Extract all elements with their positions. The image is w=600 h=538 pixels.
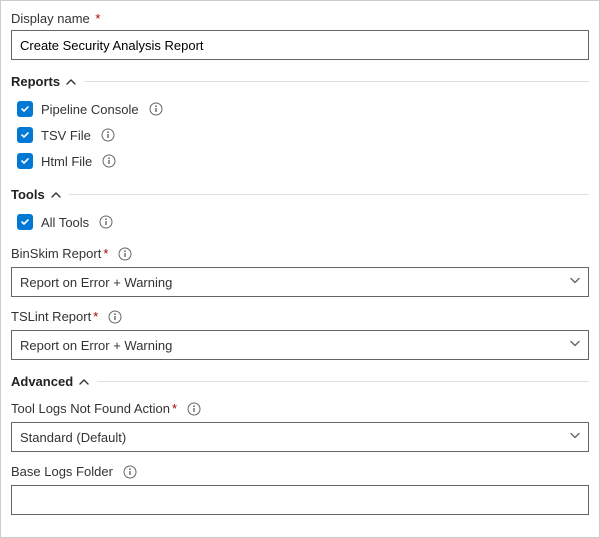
advanced-section: Advanced Tool Logs Not Found Action * St… (11, 374, 589, 515)
advanced-title: Advanced (11, 374, 73, 389)
chevron-up-icon (51, 190, 61, 200)
tools-section-header[interactable]: Tools (11, 187, 589, 202)
logs-not-found-select-value: Standard (Default) (20, 430, 126, 445)
tslint-select-wrap: Report on Error + Warning (11, 330, 589, 360)
required-asterisk: * (93, 309, 98, 324)
info-icon[interactable] (149, 102, 163, 116)
required-asterisk: * (103, 246, 108, 261)
all-tools-row: All Tools (17, 210, 589, 234)
pipeline-console-label: Pipeline Console (41, 102, 139, 117)
required-asterisk: * (95, 11, 100, 26)
logs-not-found-label-row: Tool Logs Not Found Action * (11, 401, 589, 416)
section-rule (69, 194, 589, 195)
task-config-panel: Display name * Reports Pipeline Console (0, 0, 600, 538)
reports-section-header[interactable]: Reports (11, 74, 589, 89)
binskim-select-value: Report on Error + Warning (20, 275, 172, 290)
pipeline-console-row: Pipeline Console (17, 97, 589, 121)
section-rule (97, 381, 589, 382)
tools-section: Tools All Tools BinSkim Report * Rep (11, 187, 589, 360)
advanced-section-header[interactable]: Advanced (11, 374, 589, 389)
all-tools-checkbox[interactable] (17, 214, 33, 230)
required-asterisk: * (172, 401, 177, 416)
html-file-row: Html File (17, 149, 589, 173)
tslint-label-row: TSLint Report * (11, 309, 589, 324)
reports-section: Reports Pipeline Console TSV File (11, 74, 589, 173)
info-icon[interactable] (108, 310, 122, 324)
base-logs-label-row: Base Logs Folder (11, 464, 589, 479)
html-file-label: Html File (41, 154, 92, 169)
tsv-file-checkbox[interactable] (17, 127, 33, 143)
tslint-label: TSLint Report (11, 309, 91, 324)
logs-not-found-select[interactable]: Standard (Default) (11, 422, 589, 452)
binskim-label-row: BinSkim Report * (11, 246, 589, 261)
base-logs-label: Base Logs Folder (11, 464, 113, 479)
display-name-label-text: Display name (11, 11, 90, 26)
info-icon[interactable] (187, 402, 201, 416)
info-icon[interactable] (118, 247, 132, 261)
display-name-label: Display name * (11, 11, 589, 26)
display-name-input[interactable] (11, 30, 589, 60)
tools-title: Tools (11, 187, 45, 202)
pipeline-console-checkbox[interactable] (17, 101, 33, 117)
tslint-select-value: Report on Error + Warning (20, 338, 172, 353)
tslint-select[interactable]: Report on Error + Warning (11, 330, 589, 360)
all-tools-label: All Tools (41, 215, 89, 230)
base-logs-input[interactable] (11, 485, 589, 515)
tsv-file-row: TSV File (17, 123, 589, 147)
reports-title: Reports (11, 74, 60, 89)
section-rule (84, 81, 589, 82)
logs-not-found-label: Tool Logs Not Found Action (11, 401, 170, 416)
binskim-select-wrap: Report on Error + Warning (11, 267, 589, 297)
info-icon[interactable] (102, 154, 116, 168)
info-icon[interactable] (99, 215, 113, 229)
info-icon[interactable] (123, 465, 137, 479)
binskim-label: BinSkim Report (11, 246, 101, 261)
chevron-up-icon (79, 377, 89, 387)
info-icon[interactable] (101, 128, 115, 142)
html-file-checkbox[interactable] (17, 153, 33, 169)
binskim-select[interactable]: Report on Error + Warning (11, 267, 589, 297)
logs-not-found-select-wrap: Standard (Default) (11, 422, 589, 452)
chevron-up-icon (66, 77, 76, 87)
tsv-file-label: TSV File (41, 128, 91, 143)
